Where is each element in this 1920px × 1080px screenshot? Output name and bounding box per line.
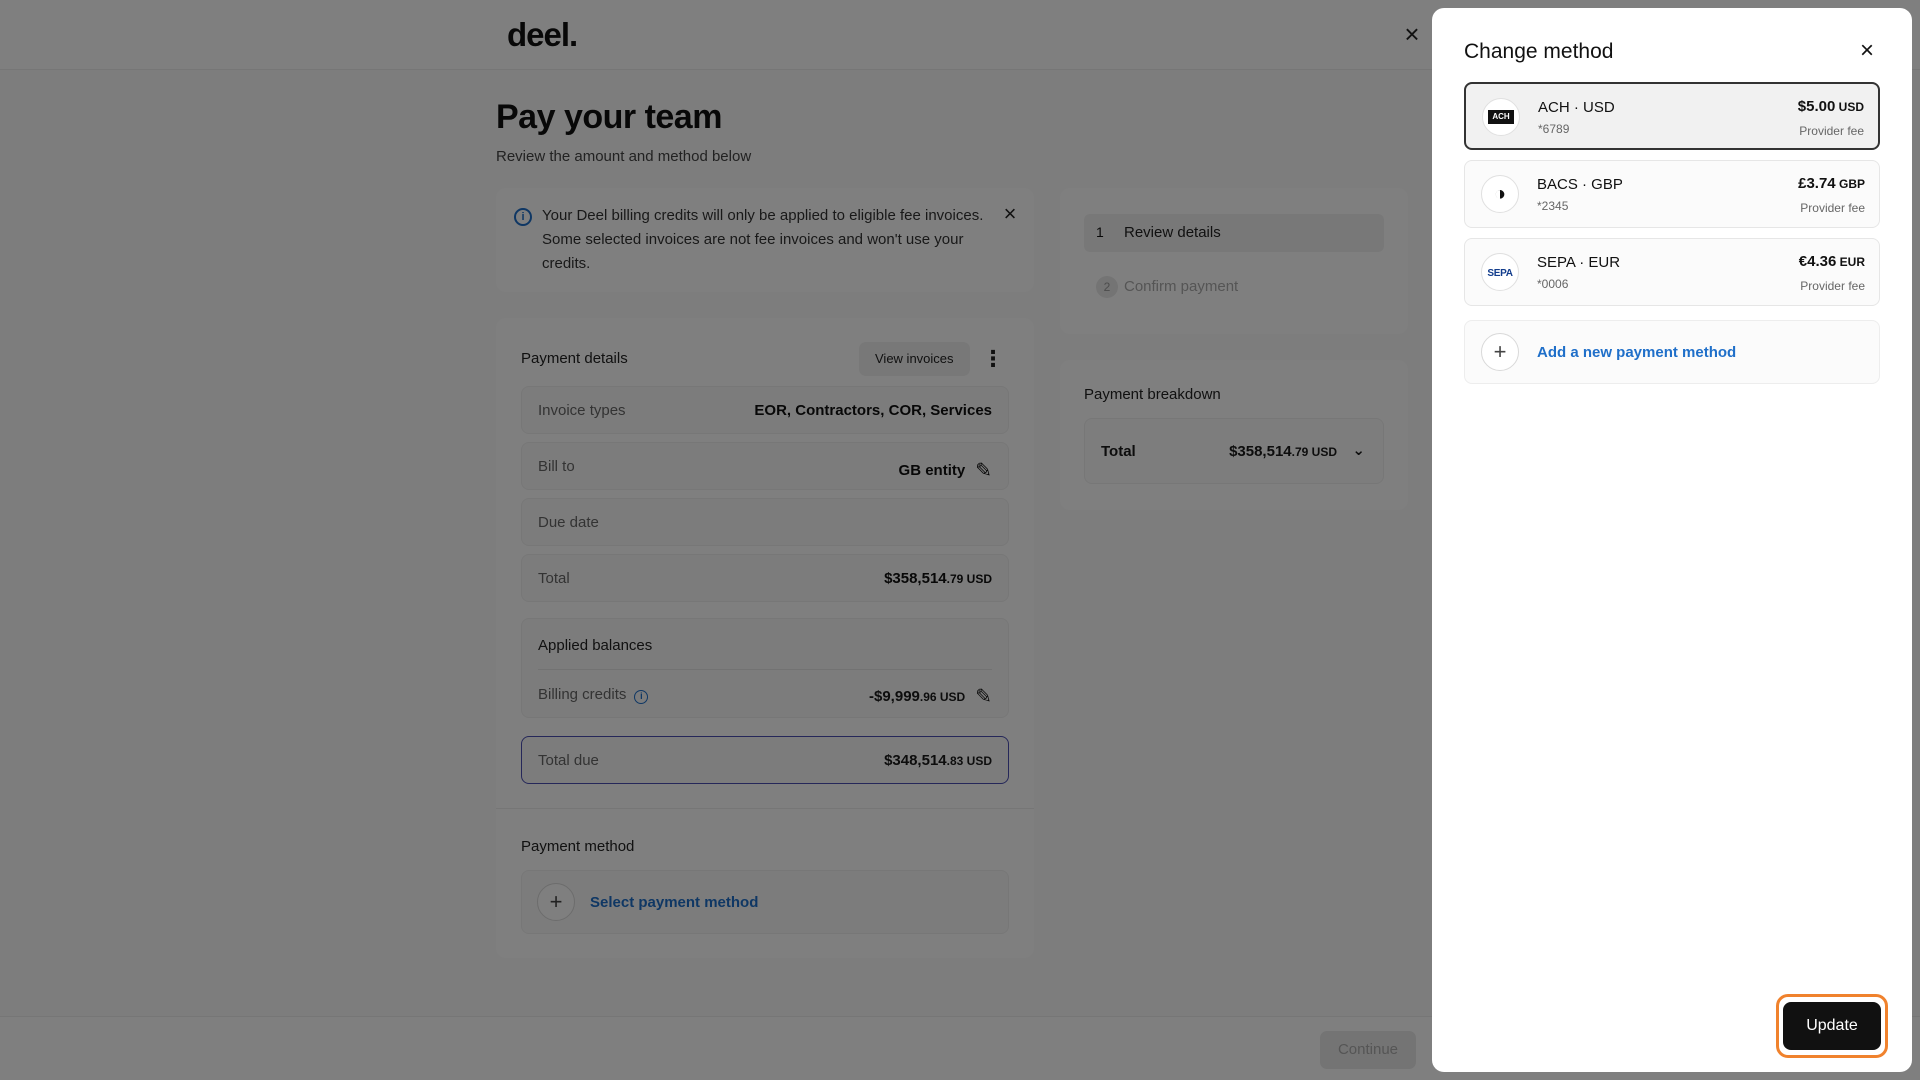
update-button[interactable]: Update [1783, 1002, 1881, 1050]
method-account: *0006 [1537, 277, 1569, 291]
method-fee: £3.74 GBP [1798, 175, 1865, 192]
method-name: SEPA · EUR [1537, 254, 1621, 271]
method-name: BACS · GBP [1537, 176, 1623, 193]
ach-logo-icon: ACH [1482, 98, 1520, 136]
drawer-title: Change method [1464, 40, 1614, 63]
method-fee-label: Provider fee [1799, 124, 1864, 138]
bacs-logo-icon: ◑ [1481, 175, 1519, 213]
method-account: *2345 [1537, 199, 1569, 213]
update-button-focus-ring: Update [1776, 994, 1888, 1058]
change-method-drawer: Change method × ACH ACH · USD *6789 $5.0… [1432, 8, 1912, 1072]
payment-method-option-bacs[interactable]: ◑ BACS · GBP *2345 £3.74 GBP Provider fe… [1464, 160, 1880, 228]
add-payment-method-button[interactable]: + Add a new payment method [1464, 320, 1880, 384]
plus-icon: + [1481, 333, 1519, 371]
close-icon[interactable]: × [1854, 38, 1880, 64]
payment-method-option-ach[interactable]: ACH ACH · USD *6789 $5.00 USD Provider f… [1464, 82, 1880, 150]
method-fee-label: Provider fee [1800, 201, 1865, 215]
sepa-logo-icon: SEPA [1481, 253, 1519, 291]
method-account: *6789 [1538, 122, 1570, 136]
method-name: ACH · USD [1538, 99, 1615, 116]
method-fee: $5.00 USD [1797, 98, 1864, 115]
method-fee-label: Provider fee [1800, 279, 1865, 293]
method-fee: €4.36 EUR [1798, 253, 1865, 270]
payment-method-option-sepa[interactable]: SEPA SEPA · EUR *0006 €4.36 EUR Provider… [1464, 238, 1880, 306]
add-payment-method-label: Add a new payment method [1537, 344, 1737, 361]
